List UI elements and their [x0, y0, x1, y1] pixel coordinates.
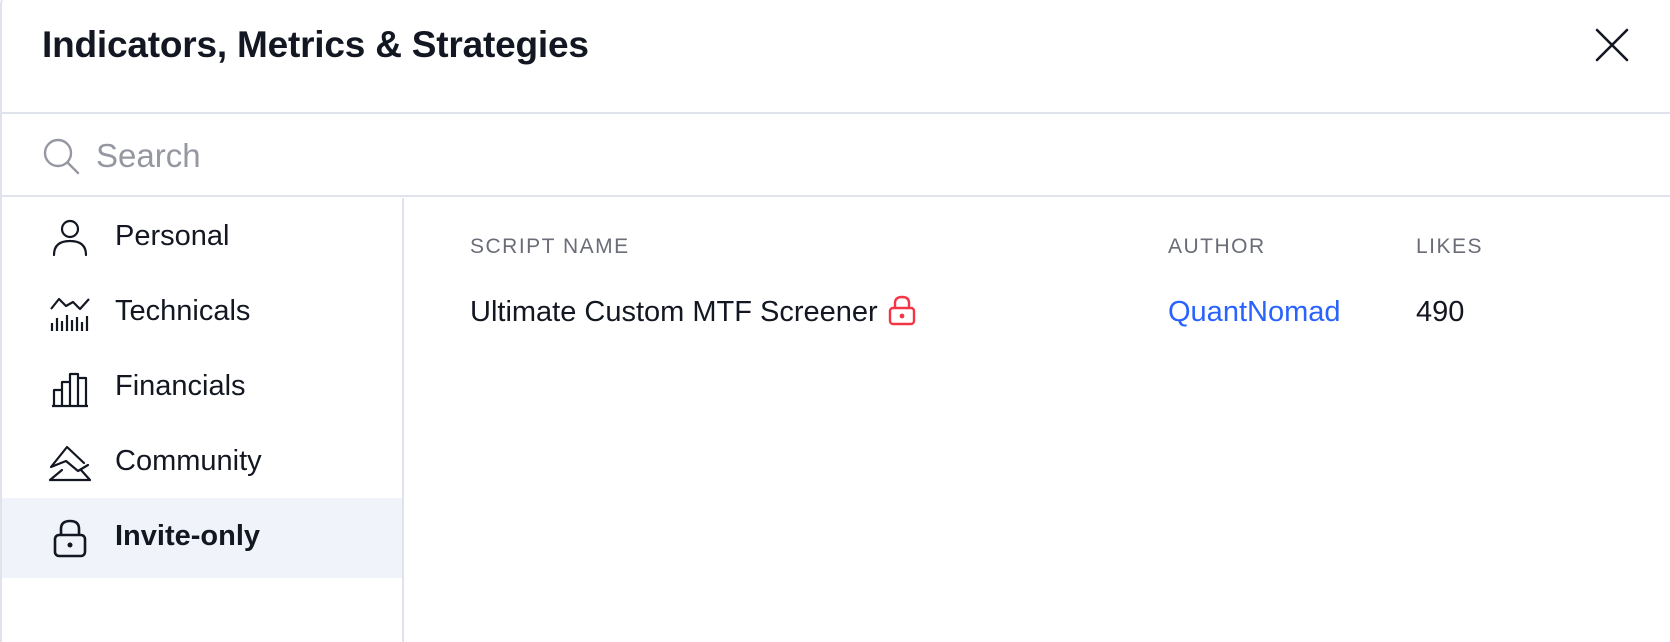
search-icon [43, 138, 80, 175]
close-button[interactable] [1592, 25, 1632, 65]
sidebar-item-label: Technicals [115, 295, 251, 327]
lock-icon [48, 518, 92, 558]
close-icon [1595, 28, 1629, 62]
sidebar-item-label: Community [115, 445, 262, 477]
category-sidebar: Personal Technicals Financials Community… [2, 198, 404, 642]
search-input[interactable] [96, 133, 1576, 179]
likes-count: 490 [1416, 296, 1465, 328]
community-mountain-icon [48, 443, 92, 483]
dialog-title: Indicators, Metrics & Strategies [42, 24, 589, 65]
scripts-list: SCRIPT NAME AUTHOR LIKES Ultimate Custom… [406, 198, 1670, 642]
lock-icon [888, 295, 916, 326]
search-bar [2, 115, 1670, 197]
indicators-dialog: Indicators, Metrics & Strategies Persona… [0, 0, 1670, 642]
technicals-chart-icon [48, 293, 92, 333]
bar-chart-icon [48, 368, 92, 408]
sidebar-item-financials[interactable]: Financials [2, 348, 402, 428]
sidebar-item-label: Financials [115, 370, 246, 402]
author-link[interactable]: QuantNomad [1168, 296, 1341, 329]
sidebar-item-label: Personal [115, 220, 230, 252]
column-header-author: AUTHOR [1168, 235, 1266, 258]
dialog-header: Indicators, Metrics & Strategies [2, 0, 1670, 114]
column-header-script-name: SCRIPT NAME [470, 235, 630, 258]
column-header-likes: LIKES [1416, 235, 1484, 258]
sidebar-item-invite-only[interactable]: Invite-only [2, 498, 402, 578]
table-row[interactable]: Ultimate Custom MTF Screener QuantNomad … [406, 280, 1670, 340]
script-name: Ultimate Custom MTF Screener [470, 296, 878, 328]
sidebar-item-personal[interactable]: Personal [2, 198, 402, 278]
sidebar-item-label: Invite-only [115, 520, 261, 552]
sidebar-item-technicals[interactable]: Technicals [2, 273, 402, 353]
sidebar-item-community[interactable]: Community [2, 423, 402, 503]
person-icon [48, 218, 92, 258]
